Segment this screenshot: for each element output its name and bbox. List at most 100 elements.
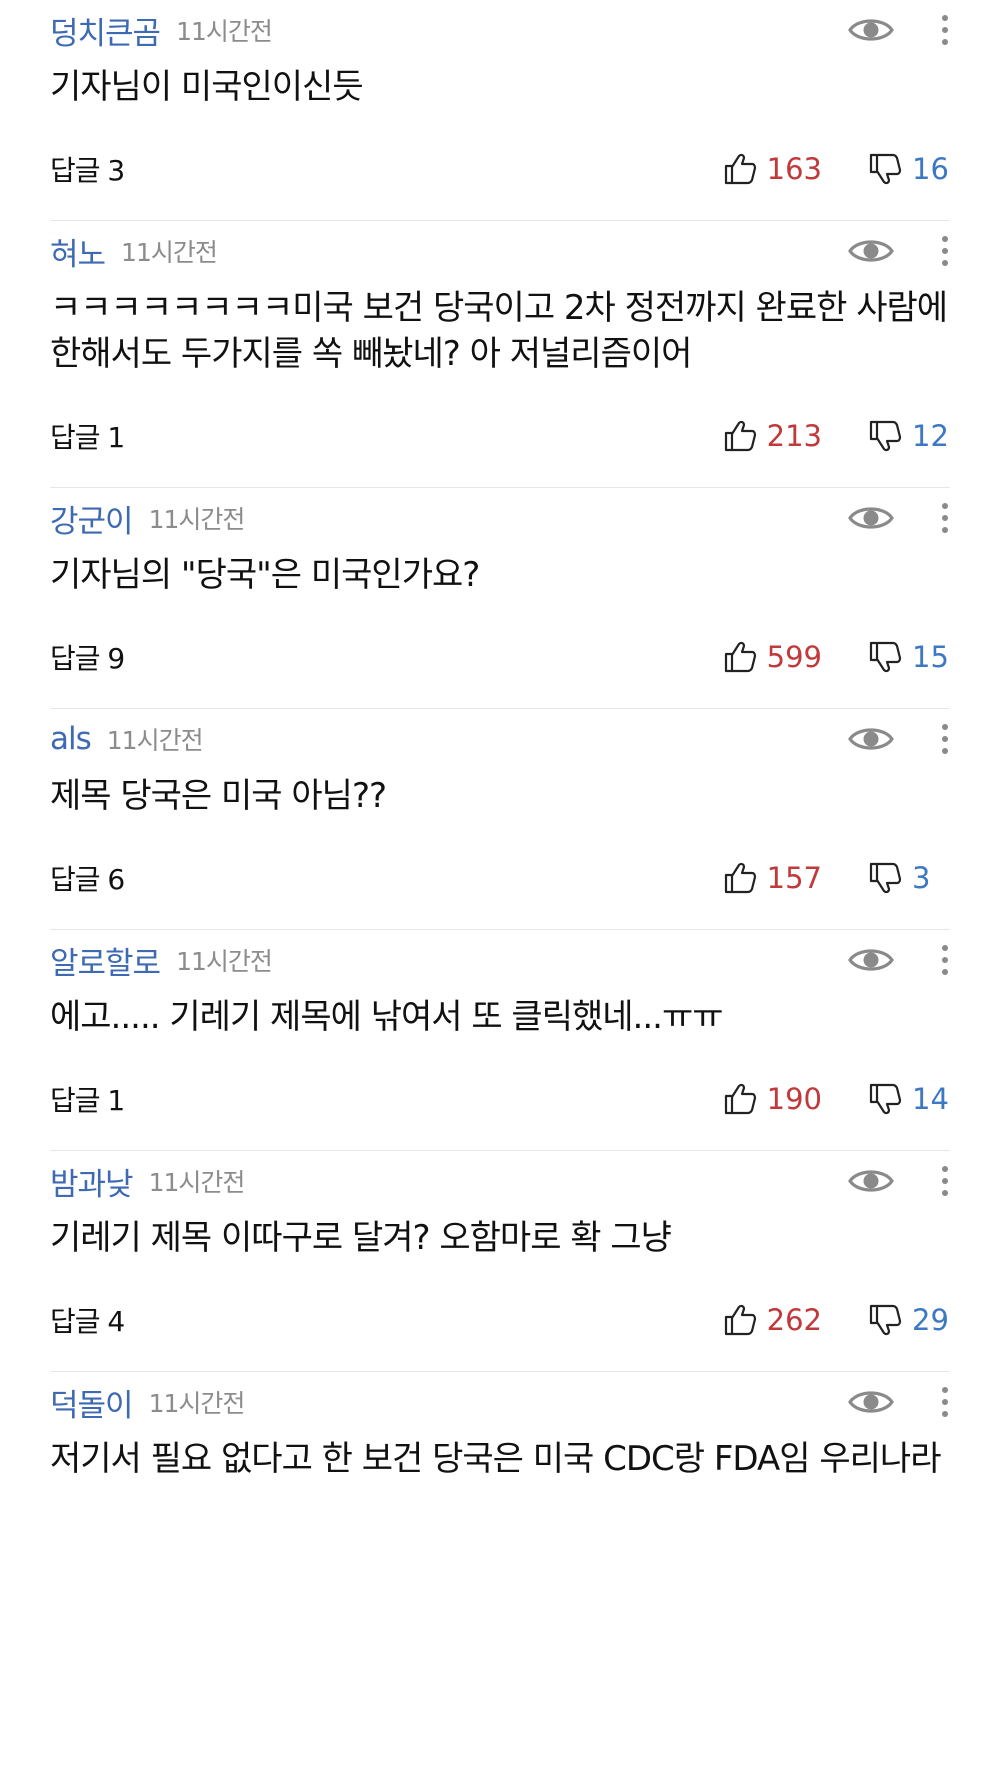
vote-group: 157 3 [723,861,950,895]
comment-footer: 답글 1 190 14 [50,1074,950,1124]
vote-group: 262 29 [723,1303,950,1337]
comment-text: 에고..... 기레기 제목에 낚여서 또 클릭했네...ㅠㅠ [50,997,724,1037]
like-count: 190 [766,1082,822,1116]
like-button[interactable]: 262 [723,1303,822,1337]
comment-header: 덩치큰곰 11시간전 [50,0,950,53]
comment-author[interactable]: als [50,721,92,757]
thumbs-up-icon [723,861,757,895]
like-count: 163 [766,152,822,186]
comment-time: 11시간전 [148,505,246,534]
comment-text: 기자님의 "당국"은 미국인가요? [50,555,480,595]
comment-text: ㅋㅋㅋㅋㅋㅋㅋㅋ미국 보건 당국이고 2차 정전까지 완료한 사람에 한해서도 … [50,288,948,374]
comment-footer: 답글 6 157 3 [50,853,950,903]
comment-time: 11시간전 [148,1389,246,1418]
comment-time: 11시간전 [176,17,273,46]
comment-author[interactable]: 밤과낮 [50,1159,134,1204]
eye-icon[interactable] [847,10,895,50]
like-count: 262 [766,1303,822,1337]
comment-author[interactable]: 혀노 [50,229,106,274]
dislike-button[interactable]: 12 [868,419,950,453]
comment-header: 알로할로 11시간전 [50,930,950,983]
dislike-button[interactable]: 29 [868,1303,950,1337]
like-button[interactable]: 190 [723,1082,822,1116]
comment-author[interactable]: 덩치큰곰 [50,8,161,53]
dislike-count: 14 [912,1082,949,1116]
thumbs-down-icon [868,152,902,186]
comment-item: 덩치큰곰 11시간전 기자님이 미국인이신듯 답글 3 163 16 [50,0,950,221]
comment-header: 강군이 11시간전 [50,488,950,541]
thumbs-down-icon [868,419,902,453]
vote-group: 190 14 [723,1082,950,1116]
thumbs-up-icon [723,640,757,674]
like-button[interactable]: 599 [723,640,822,674]
dislike-count: 29 [912,1303,949,1337]
like-count: 599 [766,640,822,674]
vote-group: 599 15 [723,640,950,674]
thumbs-down-icon [868,1303,902,1337]
comment-header: als 11시간전 [50,709,950,759]
reply-button[interactable]: 답글 1 [50,1079,125,1119]
comment-text: 저기서 필요 없다고 한 보건 당국은 미국 CDC랑 FDA임 우리나라 [50,1439,942,1479]
like-count: 213 [766,419,822,453]
comment-item: als 11시간전 제목 당국은 미국 아님?? 답글 6 157 3 [50,709,950,930]
dislike-button[interactable]: 14 [868,1082,950,1116]
eye-icon[interactable] [847,498,895,538]
comment-time: 11시간전 [121,238,218,267]
comment-author[interactable]: 강군이 [50,496,134,541]
reply-button[interactable]: 답글 9 [50,637,125,677]
comment-header: 밤과낮 11시간전 [50,1151,950,1204]
comment-text: 기레기 제목 이따구로 달겨? 오함마로 확 그냥 [50,1218,672,1258]
more-vertical-icon[interactable] [940,940,950,980]
eye-icon[interactable] [847,940,895,980]
like-button[interactable]: 163 [723,152,822,186]
comment-item: 덕돌이 11시간전 저기서 필요 없다고 한 보건 당국은 미국 CDC랑 FD… [50,1372,950,1482]
more-vertical-icon[interactable] [940,231,950,271]
dislike-count: 12 [912,419,949,453]
comment-item: 혀노 11시간전 ㅋㅋㅋㅋㅋㅋㅋㅋ미국 보건 당국이고 2차 정전까지 완료한 … [50,221,950,488]
eye-icon[interactable] [847,1161,895,1201]
thumbs-up-icon [723,152,757,186]
dislike-button[interactable]: 15 [868,640,950,674]
comment-author[interactable]: 알로할로 [50,938,161,983]
thumbs-down-icon [868,1082,902,1116]
dislike-button[interactable]: 16 [868,152,950,186]
dislike-button[interactable]: 3 [868,861,950,895]
comment-time: 11시간전 [106,726,204,755]
comment-item: 알로할로 11시간전 에고..... 기레기 제목에 낚여서 또 클릭했네...… [50,930,950,1151]
thumbs-down-icon [868,640,902,674]
vote-group: 163 16 [723,152,950,186]
dislike-count: 16 [912,152,949,186]
eye-icon[interactable] [847,231,895,271]
thumbs-up-icon [723,1303,757,1337]
more-vertical-icon[interactable] [940,719,950,759]
like-button[interactable]: 157 [723,861,822,895]
comment-text: 제목 당국은 미국 아님?? [50,776,387,816]
comment-time: 11시간전 [148,1168,246,1197]
more-vertical-icon[interactable] [940,10,950,50]
thumbs-up-icon [723,1082,757,1116]
reply-button[interactable]: 답글 6 [50,858,125,898]
comment-header: 혀노 11시간전 [50,221,950,274]
eye-icon[interactable] [847,1382,895,1422]
more-vertical-icon[interactable] [940,1161,950,1201]
more-vertical-icon[interactable] [940,1382,950,1422]
reply-button[interactable]: 답글 3 [50,149,125,189]
comment-header: 덕돌이 11시간전 [50,1372,950,1425]
reply-button[interactable]: 답글 4 [50,1300,125,1340]
like-button[interactable]: 213 [723,419,822,453]
comment-footer: 답글 9 599 15 [50,632,950,682]
eye-icon[interactable] [847,719,895,759]
like-count: 157 [766,861,822,895]
comment-time: 11시간전 [176,947,273,976]
comment-footer: 답글 3 163 16 [50,144,950,194]
comment-footer: 답글 1 213 12 [50,411,950,461]
comment-footer: 답글 4 262 29 [50,1295,950,1345]
more-vertical-icon[interactable] [940,498,950,538]
comment-author[interactable]: 덕돌이 [50,1380,134,1425]
dislike-count: 3 [912,861,931,895]
comment-text: 기자님이 미국인이신듯 [50,67,364,107]
reply-button[interactable]: 답글 1 [50,416,125,456]
comment-item: 밤과낮 11시간전 기레기 제목 이따구로 달겨? 오함마로 확 그냥 답글 4 [50,1151,950,1372]
thumbs-up-icon [723,419,757,453]
comment-list: 덩치큰곰 11시간전 기자님이 미국인이신듯 답글 3 163 16 혀노 11… [0,0,1000,1482]
